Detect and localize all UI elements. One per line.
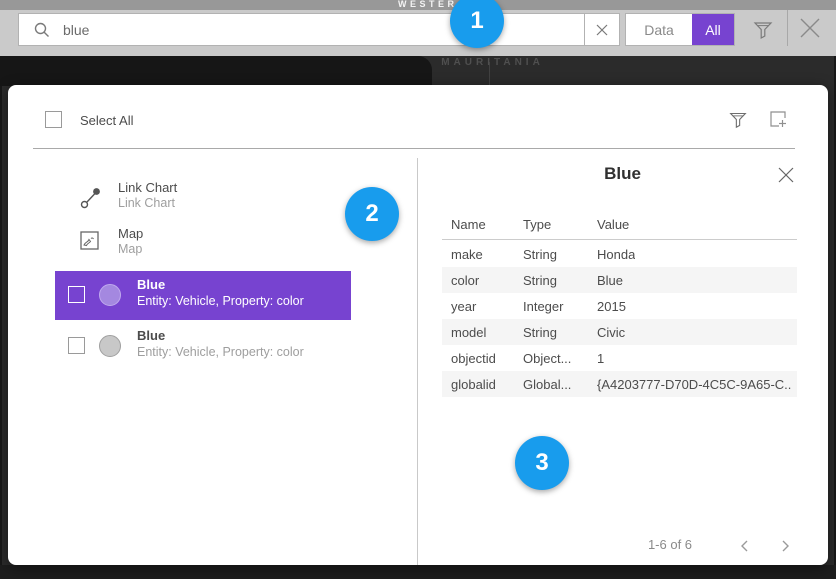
cell-value: 2015 xyxy=(597,299,626,314)
cell-value: {A4203777-D70D-4C5C-9A65-C... xyxy=(597,377,792,392)
annotation-badge-2: 2 xyxy=(345,187,399,241)
filter-funnel-icon xyxy=(751,17,775,41)
cell-name: objectid xyxy=(451,351,496,366)
cell-name: color xyxy=(451,273,479,288)
result-title: Blue xyxy=(137,277,165,292)
column-header-value: Value xyxy=(597,217,629,232)
knowledge-search-window: WESTER MAURITANIA Data All Select All xyxy=(0,0,836,579)
clear-search-button[interactable] xyxy=(584,13,620,46)
map-landmass xyxy=(0,56,432,86)
cell-name: model xyxy=(451,325,486,340)
cell-type: Global... xyxy=(523,377,571,392)
map-background-bottom xyxy=(0,565,836,579)
map-label-mauritania: MAURITANIA xyxy=(430,57,555,68)
search-filter-button[interactable] xyxy=(751,17,775,41)
chevron-left-icon xyxy=(737,538,753,554)
cell-type: Object... xyxy=(523,351,571,366)
result-checkbox[interactable] xyxy=(68,286,85,303)
result-title: Link Chart xyxy=(118,180,177,195)
scope-data-button[interactable]: Data xyxy=(626,14,692,45)
results-filter-button[interactable] xyxy=(727,108,749,130)
panel-vertical-divider xyxy=(417,158,418,565)
cell-type: String xyxy=(523,247,557,262)
filter-funnel-icon xyxy=(727,108,749,130)
result-item-link-chart[interactable]: Link Chart Link Chart xyxy=(55,178,375,218)
table-row: year Integer 2015 xyxy=(442,293,797,319)
cell-value: Honda xyxy=(597,247,635,262)
link-chart-icon xyxy=(80,186,102,210)
toolbar-divider xyxy=(787,10,788,46)
column-header-type: Type xyxy=(523,217,551,232)
table-row: model String Civic xyxy=(442,319,797,345)
cell-type: Integer xyxy=(523,299,563,314)
entity-circle-icon xyxy=(99,284,121,306)
table-row: objectid Object... 1 xyxy=(442,345,797,371)
pagination-range-label: 1-6 of 6 xyxy=(625,537,715,552)
search-toolbar: Data All xyxy=(0,10,836,56)
table-row: color String Blue xyxy=(442,267,797,293)
cell-name: globalid xyxy=(451,377,496,392)
close-search-button[interactable] xyxy=(796,14,824,42)
search-icon xyxy=(33,21,51,39)
select-all-checkbox[interactable] xyxy=(45,111,62,128)
cell-type: String xyxy=(523,325,557,340)
result-title: Blue xyxy=(137,328,165,343)
map-icon xyxy=(80,231,99,250)
add-to-selection-button[interactable] xyxy=(768,109,788,129)
clear-x-icon xyxy=(596,24,608,36)
search-results-panel: Select All Link Chart Link Chart Map Map xyxy=(8,85,828,565)
result-subtitle: Map xyxy=(118,242,142,256)
panel-header-divider xyxy=(33,148,795,149)
add-selection-icon xyxy=(768,109,788,129)
result-subtitle: Entity: Vehicle, Property: color xyxy=(137,345,304,359)
cell-value: 1 xyxy=(597,351,604,366)
result-title: Map xyxy=(118,226,143,241)
close-x-icon xyxy=(777,166,795,184)
chevron-right-icon xyxy=(777,538,793,554)
result-subtitle: Entity: Vehicle, Property: color xyxy=(137,294,304,308)
result-item-blue[interactable]: Blue Entity: Vehicle, Property: color xyxy=(55,324,351,373)
result-item-map[interactable]: Map Map xyxy=(55,224,375,264)
detail-close-button[interactable] xyxy=(777,166,795,184)
column-header-name: Name xyxy=(451,217,486,232)
table-row: make String Honda xyxy=(442,241,797,267)
select-all-label: Select All xyxy=(80,113,133,128)
search-scope-toggle: Data All xyxy=(625,13,735,46)
pagination-next-button[interactable] xyxy=(777,538,793,554)
cell-name: year xyxy=(451,299,476,314)
close-x-icon xyxy=(796,14,824,42)
pagination-prev-button[interactable] xyxy=(737,538,753,554)
cell-name: make xyxy=(451,247,483,262)
scope-all-button[interactable]: All xyxy=(692,14,734,45)
entity-circle-icon xyxy=(99,335,121,357)
table-row: globalid Global... {A4203777-D70D-4C5C-9… xyxy=(442,371,797,397)
annotation-badge-3: 3 xyxy=(515,436,569,490)
detail-title: Blue xyxy=(417,164,828,184)
cell-value: Civic xyxy=(597,325,625,340)
result-item-blue-selected[interactable]: Blue Entity: Vehicle, Property: color xyxy=(55,271,351,320)
map-label-western: WESTER xyxy=(398,0,458,9)
table-header-divider xyxy=(442,239,797,240)
result-subtitle: Link Chart xyxy=(118,196,175,210)
cell-type: String xyxy=(523,273,557,288)
cell-value: Blue xyxy=(597,273,623,288)
result-checkbox[interactable] xyxy=(68,337,85,354)
